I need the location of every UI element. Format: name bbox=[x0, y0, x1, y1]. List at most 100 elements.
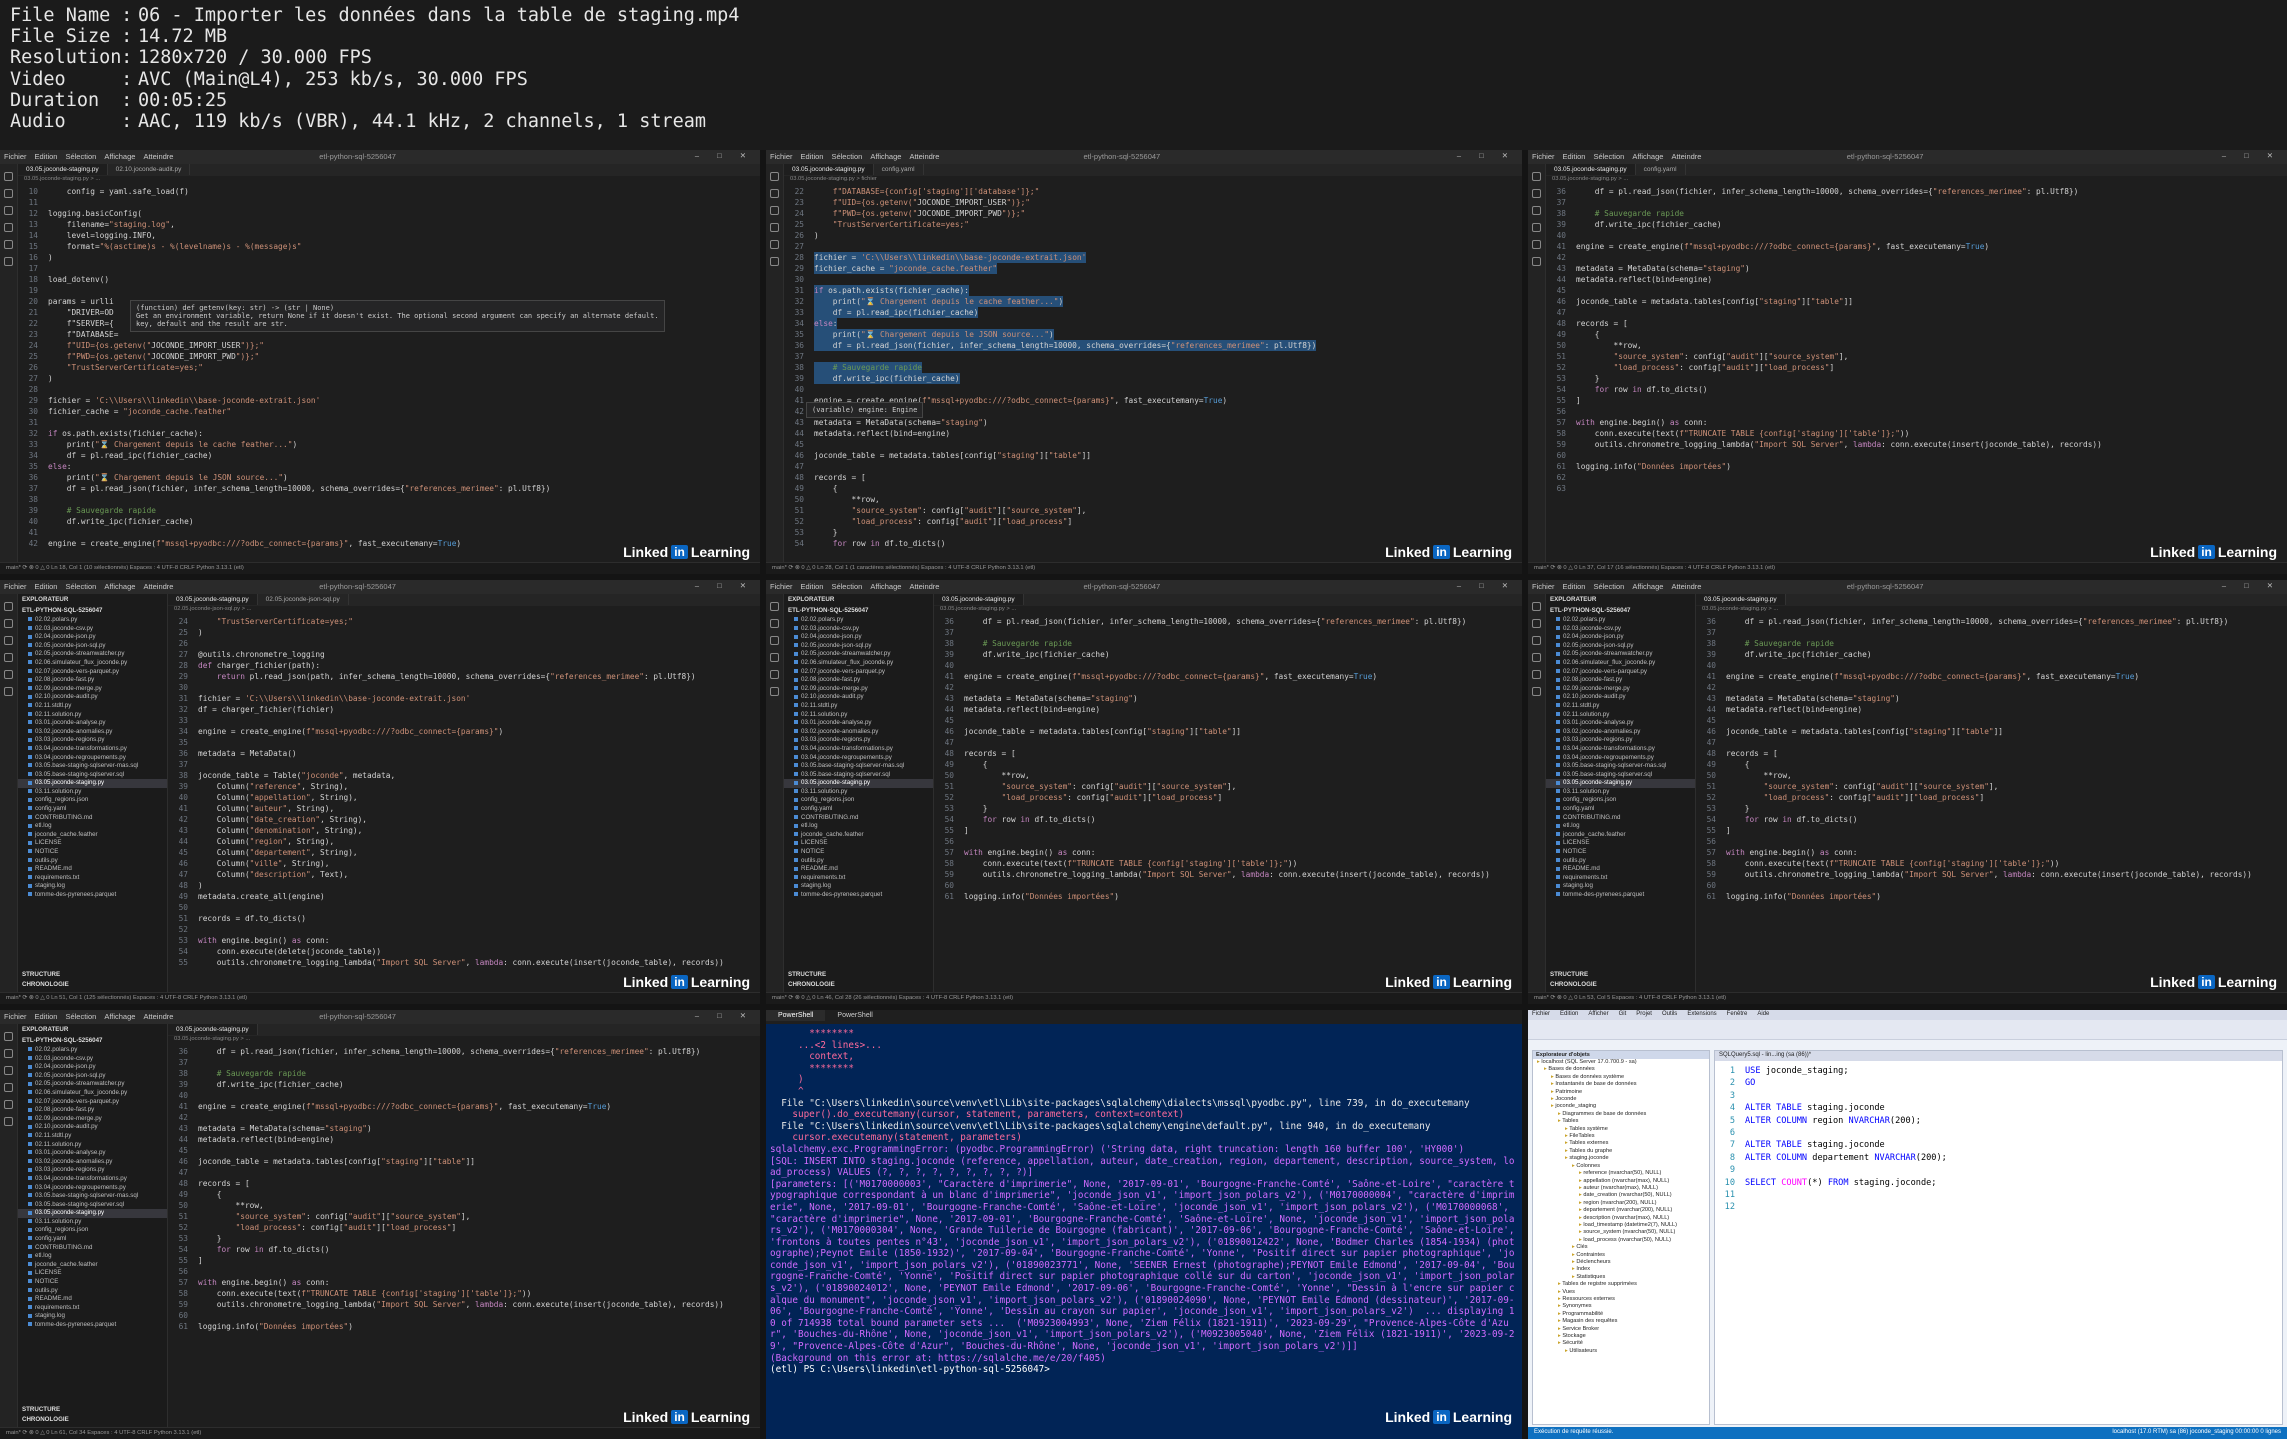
explorer-file[interactable]: 03.05.base-staging-sqlserver-mas.sql bbox=[784, 762, 933, 771]
explorer-file[interactable]: staging.log bbox=[784, 882, 933, 891]
tree-node[interactable]: ▸ Colonnes bbox=[1533, 1163, 1709, 1170]
explorer-file[interactable]: 02.11.solution.py bbox=[18, 1141, 167, 1150]
explorer-file[interactable]: 02.09.joconde-merge.py bbox=[18, 1115, 167, 1124]
explorer-file[interactable]: README.md bbox=[18, 1295, 167, 1304]
explorer-file[interactable]: LICENSE bbox=[18, 1269, 167, 1278]
tree-node[interactable]: ▸ Tables externes bbox=[1533, 1140, 1709, 1147]
menu-item[interactable]: Sélection bbox=[831, 152, 862, 161]
explorer-file[interactable]: 02.05.joconde-streamwatcher.py bbox=[1546, 650, 1695, 659]
explorer-file[interactable]: tomme-des-pyrenees.parquet bbox=[784, 891, 933, 900]
explorer-file[interactable]: 03.03.joconde-regions.py bbox=[18, 736, 167, 745]
explorer-root[interactable]: ETL-PYTHON-SQL-5256047 bbox=[1546, 605, 1695, 616]
explorer-file[interactable]: LICENSE bbox=[18, 839, 167, 848]
explorer-file[interactable]: 02.05.joconde-streamwatcher.py bbox=[18, 1080, 167, 1089]
account-icon[interactable] bbox=[4, 687, 13, 696]
tree-node[interactable]: ▸ Tables du graphe bbox=[1533, 1148, 1709, 1155]
extensions-icon[interactable] bbox=[4, 1100, 13, 1109]
account-icon[interactable] bbox=[1532, 257, 1541, 266]
explorer-file[interactable]: 02.05.joconde-json-sql.py bbox=[18, 1072, 167, 1081]
search-icon[interactable] bbox=[1532, 189, 1541, 198]
explorer-file[interactable]: 02.02.polars.py bbox=[1546, 616, 1695, 625]
menu-item[interactable]: Fichier bbox=[770, 582, 793, 591]
menu-item[interactable]: Aide bbox=[1757, 1011, 1769, 1017]
explorer-file[interactable]: LICENSE bbox=[784, 839, 933, 848]
explorer-file[interactable]: 03.11.solution.py bbox=[18, 788, 167, 797]
explorer-file[interactable]: 03.05.joconde-staging.py bbox=[784, 779, 933, 788]
menu-item[interactable]: Atteindre bbox=[1671, 582, 1701, 591]
explorer-root[interactable]: ETL-PYTHON-SQL-5256047 bbox=[18, 605, 167, 616]
explorer-file[interactable]: 02.07.joconde-vers-parquet.py bbox=[18, 668, 167, 677]
search-icon[interactable] bbox=[4, 1049, 13, 1058]
explorer-file[interactable]: 02.11.solution.py bbox=[1546, 711, 1695, 720]
explorer-file[interactable]: 03.03.joconde-regions.py bbox=[1546, 736, 1695, 745]
explorer-file[interactable]: 02.11.solution.py bbox=[18, 711, 167, 720]
explorer-file[interactable]: 02.05.joconde-json-sql.py bbox=[1546, 642, 1695, 651]
explorer-file[interactable]: outils.py bbox=[18, 857, 167, 866]
explorer-file[interactable]: 03.05.base-staging-sqlserver-mas.sql bbox=[18, 762, 167, 771]
menu-item[interactable]: Edition bbox=[35, 582, 58, 591]
tree-node[interactable]: ▸ Contraintes bbox=[1533, 1252, 1709, 1259]
menu-item[interactable]: Sélection bbox=[1593, 152, 1624, 161]
editor-tab[interactable]: 03.05.joconde-staging.py bbox=[1546, 164, 1636, 175]
explorer-file[interactable]: 03.04.joconde-transformations.py bbox=[18, 745, 167, 754]
explorer-file[interactable]: 03.05.joconde-staging.py bbox=[1546, 779, 1695, 788]
menu-item[interactable]: Atteindre bbox=[909, 152, 939, 161]
run-debug-icon[interactable] bbox=[770, 223, 779, 232]
tree-node[interactable]: ▸ Programmabilité bbox=[1533, 1311, 1709, 1318]
explorer-file[interactable]: etl.log bbox=[18, 1252, 167, 1261]
tree-node[interactable]: ▸ description (nvarchar(max), NULL) bbox=[1533, 1215, 1709, 1222]
run-debug-icon[interactable] bbox=[1532, 223, 1541, 232]
tree-node[interactable]: ▸ Joconde bbox=[1533, 1096, 1709, 1103]
explorer-file[interactable]: 02.08.joconde-fast.py bbox=[18, 1106, 167, 1115]
explorer-file[interactable]: 03.11.solution.py bbox=[784, 788, 933, 797]
editor-tab[interactable]: 03.05.joconde-staging.py bbox=[168, 594, 258, 605]
menu-item[interactable]: Edition bbox=[1563, 582, 1586, 591]
menu-item[interactable]: Git bbox=[1619, 1011, 1627, 1017]
menu-item[interactable]: Edition bbox=[35, 152, 58, 161]
run-debug-icon[interactable] bbox=[4, 223, 13, 232]
explorer-file[interactable]: 03.02.joconde-anomalies.py bbox=[18, 1158, 167, 1167]
tree-node[interactable]: ▸ auteur (nvarchar(max), NULL) bbox=[1533, 1185, 1709, 1192]
menu-item[interactable]: Atteindre bbox=[143, 1012, 173, 1021]
explorer-file[interactable]: 02.11.stdtl.py bbox=[1546, 702, 1695, 711]
explorer-file[interactable]: 02.06.simulateur_flux_joconde.py bbox=[784, 659, 933, 668]
terminal-tab[interactable]: PowerShell bbox=[825, 1010, 884, 1021]
explorer-file[interactable]: 02.05.joconde-json-sql.py bbox=[784, 642, 933, 651]
explorer-file[interactable]: 03.04.joconde-regroupements.py bbox=[18, 1184, 167, 1193]
explorer-file[interactable]: etl.log bbox=[1546, 822, 1695, 831]
run-debug-icon[interactable] bbox=[770, 653, 779, 662]
explorer-icon[interactable] bbox=[1532, 172, 1541, 181]
explorer-file[interactable]: tomme-des-pyrenees.parquet bbox=[18, 891, 167, 900]
explorer-file[interactable]: 03.11.solution.py bbox=[1546, 788, 1695, 797]
run-debug-icon[interactable] bbox=[4, 653, 13, 662]
explorer-file[interactable]: joconde_cache.feather bbox=[784, 831, 933, 840]
source-control-icon[interactable] bbox=[4, 1066, 13, 1075]
explorer-file[interactable]: 02.05.joconde-json-sql.py bbox=[18, 642, 167, 651]
explorer-icon[interactable] bbox=[770, 172, 779, 181]
tree-node[interactable]: ▸ load_timestamp (datetime2(7), NULL) bbox=[1533, 1222, 1709, 1229]
terminal-tab[interactable]: PowerShell bbox=[766, 1010, 826, 1021]
explorer-file[interactable]: CONTRIBUTING.md bbox=[1546, 814, 1695, 823]
tree-node[interactable]: ▸ Tables système bbox=[1533, 1126, 1709, 1133]
explorer-file[interactable]: 03.01.joconde-analyse.py bbox=[18, 719, 167, 728]
tree-node[interactable]: ▸ joconde_staging bbox=[1533, 1103, 1709, 1110]
menu-item[interactable]: Affichage bbox=[1632, 582, 1663, 591]
explorer-file[interactable]: etl.log bbox=[18, 822, 167, 831]
menu-item[interactable]: Sélection bbox=[65, 582, 96, 591]
menu-item[interactable]: Fenêtre bbox=[1727, 1011, 1748, 1017]
tree-node[interactable]: ▸ Diagrammes de base de données bbox=[1533, 1111, 1709, 1118]
explorer-file[interactable]: outils.py bbox=[784, 857, 933, 866]
explorer-file[interactable]: 02.02.polars.py bbox=[18, 1046, 167, 1055]
explorer-file[interactable]: joconde_cache.feather bbox=[1546, 831, 1695, 840]
explorer-file[interactable]: requirements.txt bbox=[18, 874, 167, 883]
account-icon[interactable] bbox=[4, 257, 13, 266]
explorer-file[interactable]: 03.04.joconde-regroupements.py bbox=[784, 754, 933, 763]
tree-node[interactable]: ▸ Statistiques bbox=[1533, 1274, 1709, 1281]
explorer-icon[interactable] bbox=[4, 602, 13, 611]
search-icon[interactable] bbox=[770, 189, 779, 198]
tree-node[interactable]: ▸ appellation (nvarchar(max), NULL) bbox=[1533, 1178, 1709, 1185]
editor-tab[interactable]: 03.05.joconde-staging.py bbox=[18, 164, 108, 175]
menu-item[interactable]: Sélection bbox=[831, 582, 862, 591]
explorer-file[interactable]: 02.06.simulateur_flux_joconde.py bbox=[18, 659, 167, 668]
explorer-file[interactable]: 03.02.joconde-anomalies.py bbox=[784, 728, 933, 737]
